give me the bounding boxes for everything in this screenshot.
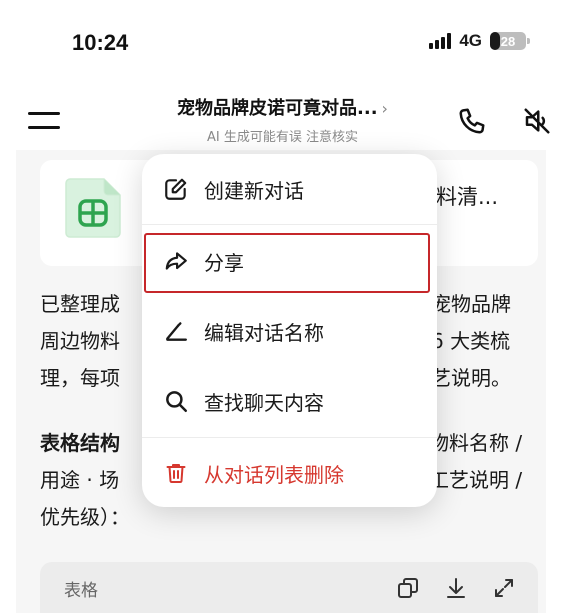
download-icon[interactable] bbox=[442, 574, 470, 602]
text-fragment: 6 大类梳 bbox=[431, 329, 511, 353]
menu-item-rename[interactable]: 编辑对话名称 bbox=[142, 296, 437, 366]
text-fragment: 周边物料 bbox=[40, 329, 120, 353]
menu-label: 从对话列表删除 bbox=[204, 462, 344, 487]
trash-icon bbox=[162, 459, 190, 487]
phone-icon[interactable] bbox=[455, 104, 489, 138]
search-icon bbox=[162, 387, 190, 415]
expand-icon[interactable] bbox=[490, 574, 518, 602]
menu-label: 编辑对话名称 bbox=[204, 320, 324, 345]
signal-icon bbox=[429, 33, 452, 49]
menu-icon[interactable] bbox=[28, 110, 60, 130]
copy-icon[interactable] bbox=[394, 574, 422, 602]
speaker-muted-icon[interactable] bbox=[520, 104, 554, 138]
menu-item-search[interactable]: 查找聊天内容 bbox=[142, 366, 437, 436]
text-fragment: 物料名称 / bbox=[429, 431, 523, 455]
text-fragment: 理，每项 bbox=[40, 366, 120, 390]
conversation-title[interactable]: 宠物品牌皮诺可竟对品... › AI 生成可能有误 注意核实 bbox=[130, 94, 435, 145]
spreadsheet-icon bbox=[64, 177, 122, 239]
chevron-right-icon: › bbox=[381, 99, 388, 118]
table-label: 表格 bbox=[64, 581, 98, 601]
status-indicators: 4G 28 bbox=[429, 31, 530, 51]
text-fragment: 已整理成 bbox=[40, 292, 120, 316]
text-fragment: 用途 · 场 bbox=[40, 468, 120, 492]
menu-divider bbox=[142, 224, 437, 225]
title-text: 宠物品牌皮诺可竟对品... bbox=[177, 98, 378, 119]
menu-item-new-chat[interactable]: 创建新对话 bbox=[142, 154, 437, 224]
conversation-menu: 创建新对话 分享 编辑对话名称 查找聊天内容 从对话列表删除 bbox=[142, 154, 437, 507]
text-fragment: 工艺说明 / bbox=[429, 468, 523, 492]
text-fragment: 宠物品牌 bbox=[431, 292, 511, 316]
network-type: 4G bbox=[459, 31, 482, 50]
share-highlight-box bbox=[144, 233, 430, 293]
text-fragment: 艺说明。 bbox=[431, 366, 511, 390]
menu-item-delete[interactable]: 从对话列表删除 bbox=[142, 438, 437, 508]
text-fragment: 优先级）： bbox=[40, 505, 130, 529]
text-fragment: 表格结构 bbox=[40, 431, 120, 455]
ai-disclaimer: AI 生成可能有误 注意核实 bbox=[207, 130, 358, 145]
menu-label: 查找聊天内容 bbox=[204, 390, 324, 415]
new-chat-icon bbox=[162, 175, 190, 203]
file-title: 料清... bbox=[436, 185, 499, 209]
battery-icon: 28 bbox=[490, 32, 530, 50]
menu-label: 创建新对话 bbox=[204, 178, 304, 203]
battery-level: 28 bbox=[500, 33, 516, 49]
status-time: 10:24 bbox=[72, 30, 129, 55]
edit-icon bbox=[162, 317, 190, 345]
